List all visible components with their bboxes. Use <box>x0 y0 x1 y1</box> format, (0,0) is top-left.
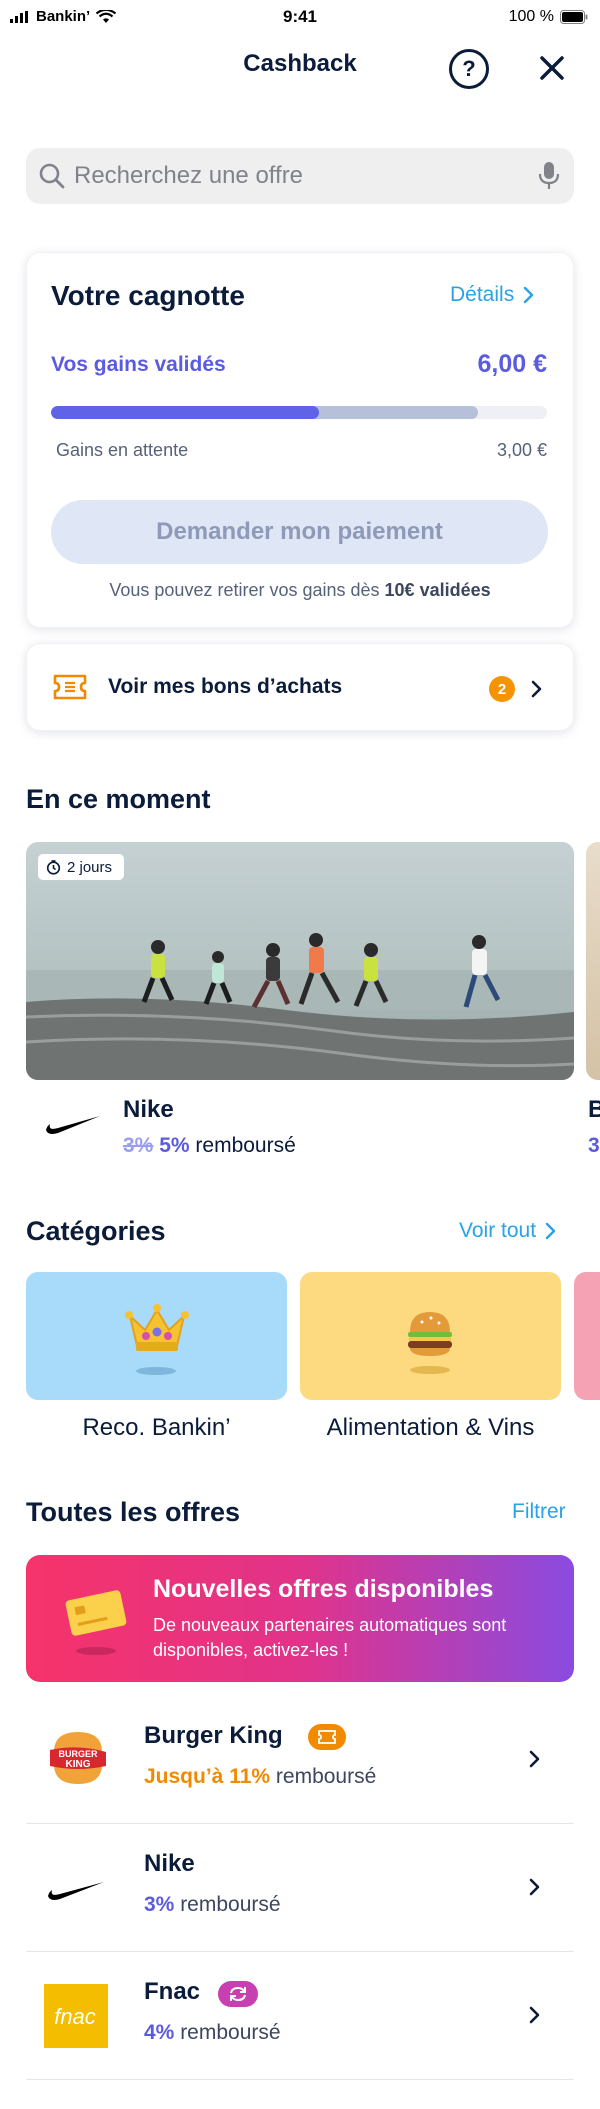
vouchers-count-badge: 2 <box>489 676 515 702</box>
offer-rate-value: 4% <box>144 2021 175 2044</box>
offer-rate-suffix: remboursé <box>270 1765 377 1788</box>
moment-rate: 3% 5% remboursé <box>123 1134 296 1158</box>
ticket-badge-icon <box>308 1724 346 1750</box>
help-button[interactable]: ? <box>449 49 489 89</box>
timer-text: 2 jours <box>67 858 113 876</box>
moment-brand-name: Nike <box>123 1096 174 1123</box>
search-icon <box>39 163 65 189</box>
chevron-right-icon <box>524 286 534 304</box>
category-tile-reco[interactable] <box>26 1272 287 1400</box>
validated-progress-fill <box>51 406 319 419</box>
chevron-right-icon <box>529 1878 540 1896</box>
fnac-logo: fnac <box>44 1984 108 2048</box>
payment-note-text: Vous pouvez retirer vos gains dès <box>109 580 385 600</box>
pending-gains-value: 3,00 € <box>496 440 547 460</box>
close-button[interactable] <box>532 48 572 88</box>
pending-gains-label: Gains en attente <box>56 440 189 460</box>
validated-gains-value: 6,00 € <box>477 350 547 378</box>
moment-section-title: En ce moment <box>26 784 211 814</box>
moment-next-rate: 3 <box>588 1134 600 1157</box>
svg-text:BURGER: BURGER <box>58 1749 98 1759</box>
payment-note: Vous pouvez retirer vos gains dès 10€ va… <box>0 580 600 601</box>
offer-name-burger-king: Burger King <box>144 1722 283 1749</box>
category-label-reco: Reco. Bankin’ <box>82 1414 231 1441</box>
battery-icon <box>560 10 588 24</box>
details-link[interactable]: Détails <box>450 283 536 307</box>
offer-rate-burger-king: Jusqu’à 11% remboursé <box>144 1765 376 1789</box>
microphone-icon[interactable] <box>538 161 560 191</box>
offer-rate-suffix: remboursé <box>174 1893 281 1916</box>
see-all-label: Voir tout <box>459 1219 537 1242</box>
payment-note-threshold: 10€ validées <box>384 580 491 600</box>
request-payment-button[interactable]: Demander mon paiement <box>51 500 548 564</box>
moment-rate-suffix: remboursé <box>189 1134 296 1157</box>
moment-offer-card-next[interactable] <box>586 842 600 1080</box>
moment-next-brand: B <box>588 1096 600 1123</box>
moment-old-rate: 3% <box>123 1134 154 1157</box>
nike-logo <box>48 1882 104 1900</box>
page-title: Cashback <box>243 50 357 77</box>
nike-logo <box>46 1116 100 1134</box>
category-tile-next[interactable] <box>574 1272 600 1400</box>
timer-icon <box>46 859 61 875</box>
credit-card-icon <box>65 1590 127 1655</box>
question-circle-icon: ? <box>462 56 476 81</box>
offer-name-fnac: Fnac <box>144 1978 201 2005</box>
battery-level: 100 % <box>508 8 554 25</box>
offer-rate-suffix: remboursé <box>174 2021 281 2044</box>
chevron-right-icon <box>531 680 542 698</box>
burger-king-logo: BURGER KING <box>50 1732 106 1784</box>
promo-text: De nouveaux partenaires automatiques son… <box>153 1615 507 1660</box>
burger-icon <box>408 1312 452 1374</box>
chevron-right-icon <box>529 1750 540 1768</box>
offer-rate-value: Jusqu’à 11% <box>144 1765 271 1788</box>
offer-rate-value: 3% <box>144 1893 175 1916</box>
category-label-alimentation: Alimentation & Vins <box>326 1414 535 1441</box>
crown-icon <box>125 1304 189 1375</box>
search-bar[interactable] <box>26 148 574 204</box>
offers-section-title: Toutes les offres <box>26 1497 241 1527</box>
offer-row-nike[interactable] <box>26 1824 574 1952</box>
chevron-right-icon <box>529 2006 540 2024</box>
see-all-categories-link[interactable]: Voir tout <box>459 1219 558 1243</box>
close-icon <box>540 56 564 80</box>
categories-section-title: Catégories <box>26 1216 166 1246</box>
cagnotte-title: Votre cagnotte <box>51 280 245 311</box>
validated-gains-label: Vos gains validés <box>51 353 226 376</box>
offer-name-nike: Nike <box>144 1850 195 1877</box>
svg-text:KING: KING <box>66 1759 91 1770</box>
details-label: Détails <box>450 283 515 306</box>
battery: 100 % <box>509 8 588 26</box>
category-tile-alimentation[interactable] <box>300 1272 561 1400</box>
offer-rate-fnac: 4% remboursé <box>144 2021 281 2045</box>
timer-badge: 2 jours <box>38 854 125 880</box>
vouchers-label: Voir mes bons d’achats <box>108 675 343 698</box>
moment-new-rate: 5% <box>159 1134 190 1157</box>
status-bar: Bankin’ 9:41 100 % <box>0 0 600 34</box>
ticket-icon <box>53 674 87 700</box>
promo-title: Nouvelles offres disponibles <box>153 1575 494 1603</box>
filter-link[interactable]: Filtrer <box>512 1500 566 1524</box>
offer-row-fnac[interactable] <box>26 1952 574 2080</box>
sync-badge-icon <box>218 1981 258 2007</box>
search-input[interactable] <box>74 148 514 204</box>
svg-text:fnac: fnac <box>54 2004 96 2029</box>
gains-progress-bar <box>51 406 547 419</box>
offer-rate-nike: 3% remboursé <box>144 1893 281 1917</box>
chevron-right-icon <box>545 1222 556 1240</box>
